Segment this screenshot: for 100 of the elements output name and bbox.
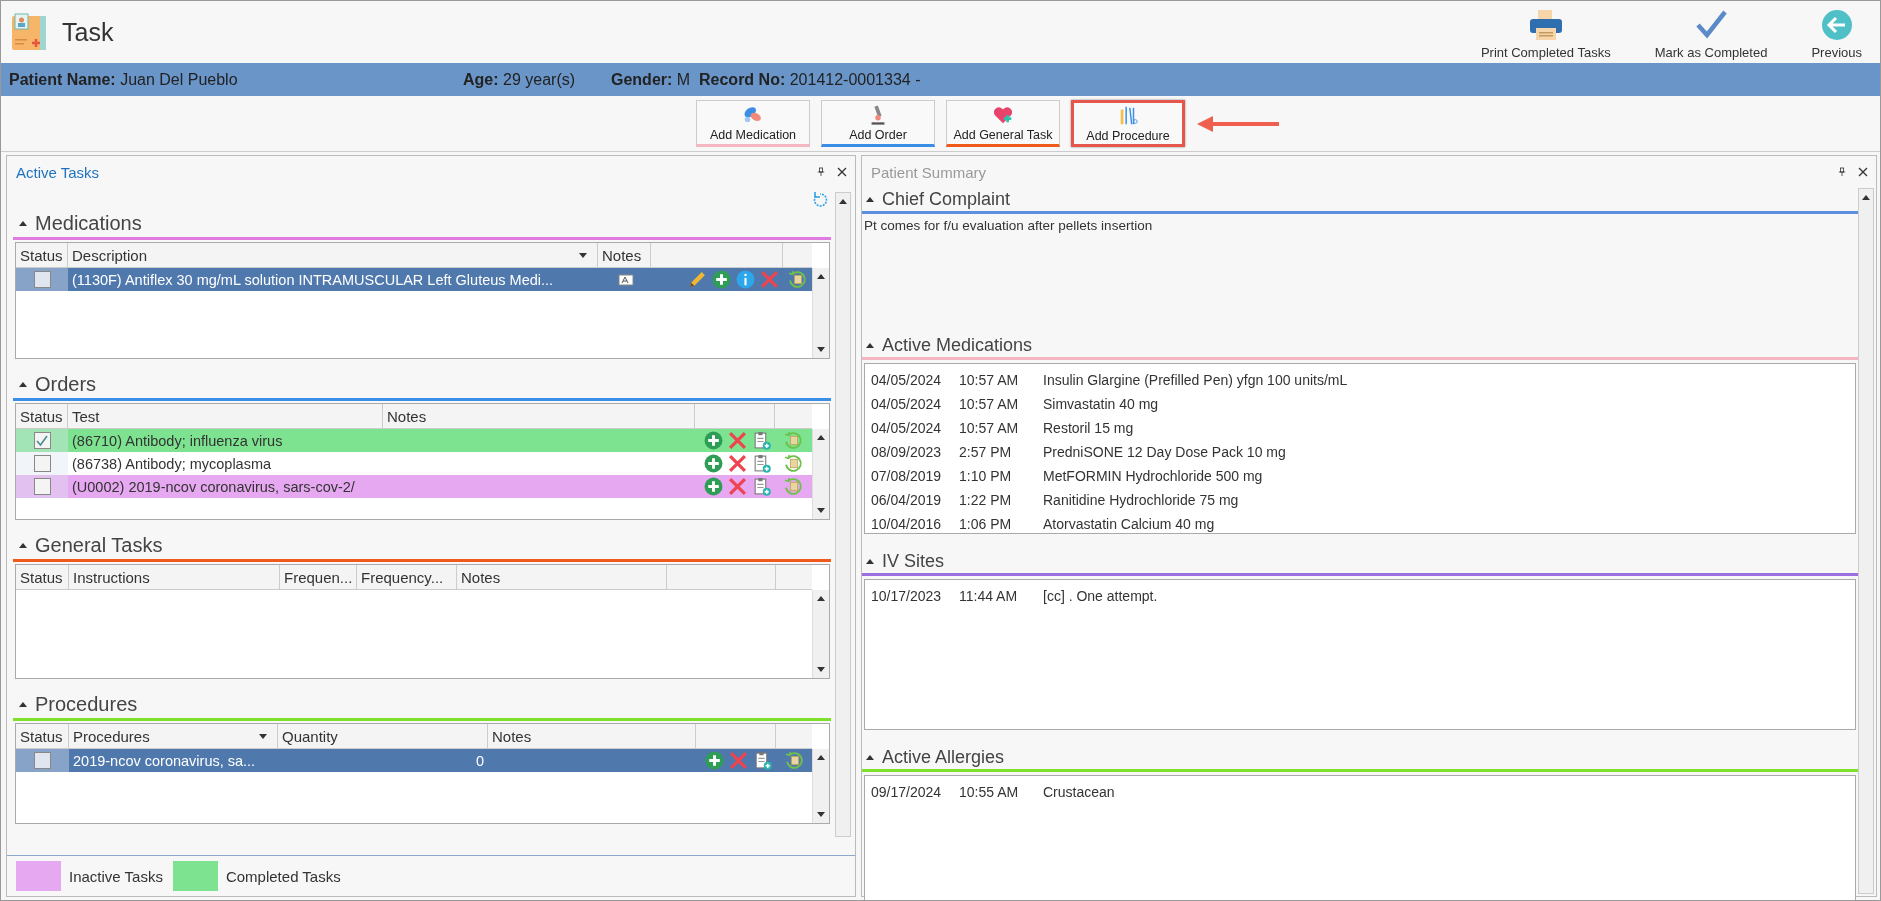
section-title: Active Medications bbox=[882, 335, 1033, 356]
add-icon[interactable] bbox=[704, 454, 723, 473]
column-header[interactable]: Status bbox=[20, 246, 63, 264]
mark-completed-button[interactable]: Mark as Completed bbox=[1642, 4, 1780, 60]
time-text: 11:44 AM bbox=[959, 588, 1019, 604]
table-cell: (U0002) 2019-ncov coronavirus, sars-cov-2/ bbox=[72, 478, 355, 495]
dropdown-icon[interactable] bbox=[259, 733, 267, 739]
window-title: Task bbox=[62, 17, 114, 47]
scroll-down-arrow[interactable] bbox=[817, 667, 825, 672]
collapse-icon[interactable] bbox=[866, 197, 874, 202]
history-icon[interactable] bbox=[788, 270, 807, 289]
scrollbar[interactable] bbox=[812, 749, 829, 823]
column-header[interactable]: Test bbox=[72, 407, 100, 425]
collapse-icon[interactable] bbox=[866, 343, 874, 348]
scroll-up-arrow[interactable] bbox=[817, 596, 825, 601]
checkmark-icon bbox=[1693, 8, 1730, 41]
date-text: 10/04/2016 bbox=[871, 516, 943, 532]
collapse-icon[interactable] bbox=[866, 559, 874, 564]
info-icon[interactable] bbox=[736, 270, 755, 289]
history-icon[interactable] bbox=[784, 751, 804, 770]
item-description: PredniSONE 12 Day Dose Pack 10 mg bbox=[1043, 444, 1286, 460]
time-text: 10:57 AM bbox=[959, 396, 1020, 412]
column-header[interactable]: Notes bbox=[602, 246, 642, 264]
column-header[interactable]: Frequen... bbox=[284, 568, 353, 586]
add-icon[interactable] bbox=[705, 751, 724, 770]
scrollbar[interactable] bbox=[1858, 188, 1874, 894]
date-text: 07/08/2019 bbox=[871, 468, 943, 484]
column-header[interactable]: Frequency... bbox=[361, 568, 444, 586]
delete-icon[interactable] bbox=[728, 454, 747, 473]
scroll-up-arrow[interactable] bbox=[1862, 195, 1870, 200]
scroll-up-arrow[interactable] bbox=[817, 274, 825, 279]
collapse-icon[interactable] bbox=[19, 221, 27, 226]
column-header[interactable]: Status bbox=[20, 407, 63, 425]
scroll-up-arrow[interactable] bbox=[817, 755, 825, 760]
patient-field: Age: 29 year(s) bbox=[463, 70, 611, 89]
section-title: Orders bbox=[35, 373, 97, 396]
pin-icon[interactable] bbox=[817, 167, 825, 177]
column-header[interactable]: Quantity bbox=[282, 727, 338, 745]
collapse-icon[interactable] bbox=[19, 382, 27, 387]
patient-field: Record No: 201412-0001334 - bbox=[699, 70, 1880, 89]
patient-field: Patient Name: Juan Del Pueblo bbox=[9, 70, 463, 89]
add-icon[interactable] bbox=[704, 431, 723, 450]
collapse-icon[interactable] bbox=[19, 543, 27, 548]
column-header[interactable]: Description bbox=[72, 246, 148, 264]
column-header[interactable]: Instructions bbox=[73, 568, 150, 586]
scroll-up-arrow[interactable] bbox=[817, 435, 825, 440]
clipboard-add-icon[interactable] bbox=[752, 431, 771, 450]
column-header[interactable]: Notes bbox=[387, 407, 427, 425]
add-general-task-button[interactable]: Add General Task bbox=[946, 100, 1060, 147]
pin-icon[interactable] bbox=[1838, 167, 1846, 177]
close-icon[interactable] bbox=[1858, 167, 1868, 177]
status-checkbox[interactable] bbox=[33, 455, 51, 472]
item-description: Restoril 15 mg bbox=[1043, 420, 1134, 436]
note-icon[interactable] bbox=[618, 273, 634, 286]
column-header[interactable]: Notes bbox=[461, 568, 501, 586]
scrollbar[interactable] bbox=[812, 268, 829, 358]
time-text: 10:57 AM bbox=[959, 420, 1020, 436]
status-checkbox[interactable] bbox=[34, 752, 51, 769]
status-checkbox[interactable] bbox=[33, 432, 51, 449]
refresh-icon[interactable] bbox=[813, 191, 829, 207]
add-icon[interactable] bbox=[704, 477, 723, 496]
item-description: Ranitidine Hydrochloride 75 mg bbox=[1043, 492, 1239, 508]
status-checkbox[interactable] bbox=[33, 271, 51, 288]
clipboard-add-icon[interactable] bbox=[752, 477, 771, 496]
clipboard-add-icon[interactable] bbox=[752, 454, 771, 473]
scrollbar[interactable] bbox=[812, 429, 829, 519]
previous-button[interactable]: Previous bbox=[1799, 4, 1874, 60]
time-text: 1:06 PM bbox=[959, 516, 1013, 532]
date-text: 09/17/2024 bbox=[871, 784, 943, 800]
column-header[interactable]: Procedures bbox=[73, 727, 150, 745]
add-medication-button[interactable]: Add Medication bbox=[696, 100, 810, 147]
edit-pencil-icon[interactable] bbox=[688, 270, 707, 289]
scrollbar[interactable] bbox=[812, 590, 829, 678]
dropdown-icon[interactable] bbox=[579, 252, 587, 258]
section-title: Chief Complaint bbox=[882, 189, 1011, 210]
collapse-icon[interactable] bbox=[19, 702, 27, 707]
scroll-up-arrow[interactable] bbox=[839, 199, 847, 204]
column-header[interactable]: Notes bbox=[492, 727, 532, 745]
scroll-down-arrow[interactable] bbox=[817, 812, 825, 817]
table-cell: (86738) Antibody; mycoplasma bbox=[72, 455, 272, 472]
date-text: 04/05/2024 bbox=[871, 396, 943, 412]
panel-title: Active Tasks bbox=[16, 163, 101, 181]
date-text: 06/04/2019 bbox=[871, 492, 943, 508]
column-header[interactable]: Status bbox=[20, 568, 63, 586]
section-title: IV Sites bbox=[882, 551, 945, 572]
close-icon[interactable] bbox=[837, 167, 847, 177]
add-icon[interactable] bbox=[712, 270, 731, 289]
delete-icon[interactable] bbox=[728, 431, 747, 450]
item-description: MetFORMIN Hydrochloride 500 mg bbox=[1043, 468, 1263, 484]
status-checkbox[interactable] bbox=[33, 478, 51, 495]
scrollbar[interactable] bbox=[835, 192, 851, 837]
clipboard-add-icon[interactable] bbox=[753, 751, 772, 770]
scroll-down-arrow[interactable] bbox=[817, 508, 825, 513]
scroll-down-arrow[interactable] bbox=[817, 347, 825, 352]
collapse-icon[interactable] bbox=[866, 755, 874, 760]
print-button[interactable]: Print Completed Tasks bbox=[1468, 4, 1623, 60]
column-header[interactable]: Status bbox=[20, 727, 63, 745]
add-order-button[interactable]: Add Order bbox=[821, 100, 935, 147]
add-procedure-button[interactable]: Add Procedure bbox=[1071, 100, 1185, 147]
time-text: 10:57 AM bbox=[959, 372, 1020, 388]
